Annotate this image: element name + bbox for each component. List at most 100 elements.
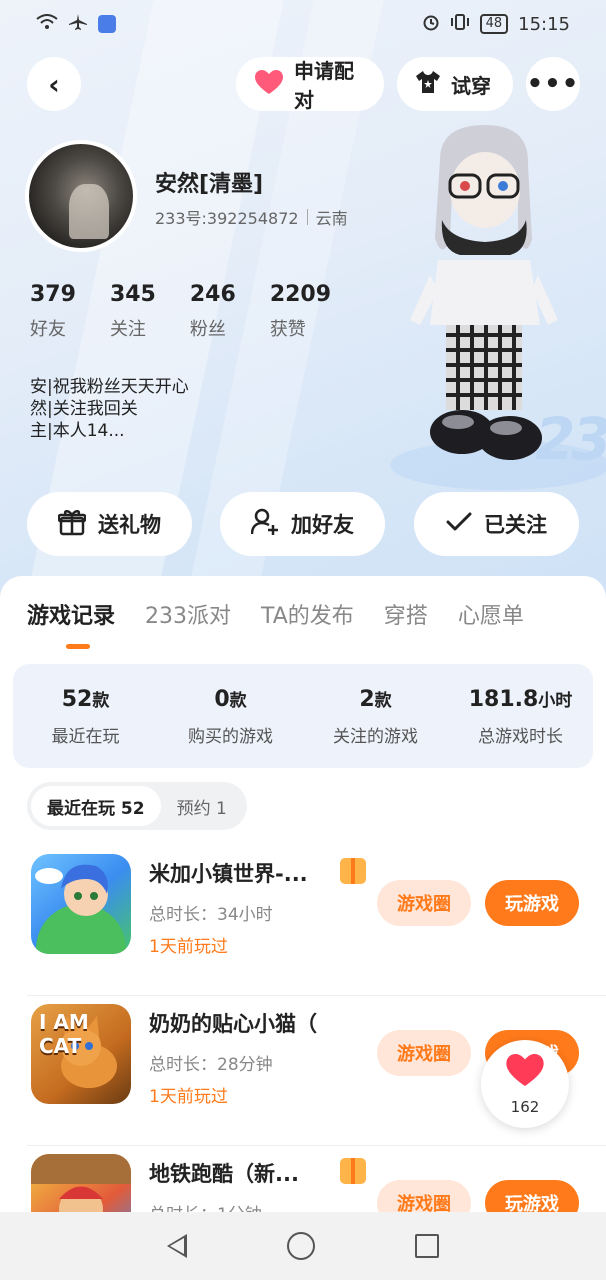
stat-likes[interactable]: 2209 获赞 [270, 282, 331, 341]
avatar-character-figure[interactable] [410, 120, 560, 470]
summary-value: 2 [359, 686, 375, 712]
active-tab-indicator [66, 644, 90, 649]
stat-value: 246 [189, 282, 236, 307]
followed-label: 已关注 [484, 513, 547, 537]
alarm-icon [422, 13, 440, 36]
summary-followed[interactable]: 2款 关注的游戏 [303, 664, 448, 768]
try-on-label: 试穿 [451, 73, 491, 98]
clock-time: 15:15 [518, 13, 570, 35]
game-last-played: 1天前玩过 [149, 937, 228, 957]
summary-unit: 款 [229, 690, 247, 711]
try-on-button[interactable]: 试穿 [397, 57, 513, 111]
summary-value: 0 [214, 686, 230, 712]
stat-following[interactable]: 345 关注 [110, 282, 156, 341]
summary-label: 关注的游戏 [333, 726, 418, 747]
game-icon[interactable]: I AM CAT [31, 1004, 131, 1104]
game-duration: 总时长：34小时 [149, 905, 273, 925]
back-button[interactable]: ‹ [27, 57, 81, 111]
summary-label: 最近在玩 [51, 726, 120, 747]
request-pair-label: 申请配对 [294, 59, 354, 112]
summary-value: 181.8 [468, 686, 539, 712]
tab-game-records[interactable]: 游戏记录 [27, 598, 115, 630]
play-game-button[interactable]: 玩游戏 [485, 1180, 579, 1216]
stat-value: 379 [30, 282, 76, 307]
profile-tabs: 游戏记录 233派对 TA的发布 穿搭 心愿单 [0, 598, 606, 630]
add-friend-label: 加好友 [291, 513, 354, 537]
game-circle-button[interactable]: 游戏圈 [377, 880, 471, 926]
system-navigation-bar [0, 1212, 606, 1280]
bio-line: 主|本人14... [30, 421, 125, 441]
send-gift-label: 送礼物 [98, 513, 161, 537]
game-circle-button[interactable]: 游戏圈 [377, 1030, 471, 1076]
send-gift-button[interactable]: 送礼物 [27, 492, 192, 556]
status-bar: 48 15:15 [0, 0, 606, 48]
more-dots-icon: ••• [526, 69, 580, 99]
summary-value: 52 [61, 686, 93, 712]
stat-value: 345 [109, 282, 156, 307]
stat-fans[interactable]: 246 粉丝 [190, 282, 236, 341]
play-game-button[interactable]: 玩游戏 [485, 880, 579, 926]
airplane-icon [68, 13, 88, 36]
summary-label: 购买的游戏 [188, 726, 273, 747]
nav-back-icon[interactable] [167, 1234, 187, 1258]
summary-unit: 款 [92, 690, 110, 711]
game-circle-button[interactable]: 游戏圈 [377, 1180, 471, 1216]
game-icon-text: I AM CAT [39, 1010, 89, 1058]
request-pair-button[interactable]: 申请配对 [236, 57, 384, 112]
add-user-icon [250, 508, 279, 541]
summary-recent[interactable]: 52款 最近在玩 [13, 664, 158, 768]
game-icon[interactable] [31, 854, 131, 954]
gift-badge-icon [340, 858, 366, 884]
tab-233-party[interactable]: 233派对 [145, 598, 231, 630]
bio-line: 安|祝我粉丝天天开心 [30, 377, 189, 397]
game-title: 奶奶的贴心小猫（... [149, 1012, 319, 1036]
stat-friends[interactable]: 379 好友 [30, 282, 76, 341]
tab-wishlist[interactable]: 心愿单 [458, 598, 524, 630]
game-list: 米加小镇世界-... 总时长：34小时 1天前玩过 游戏圈 玩游戏 I AM C… [0, 846, 606, 1216]
add-friend-button[interactable]: 加好友 [220, 492, 385, 556]
game-row[interactable]: 地铁跑酷（新... 总时长：1分钟 游戏圈 玩游戏 [27, 1146, 606, 1216]
stat-label: 好友 [30, 319, 66, 340]
checkmark-icon [446, 511, 472, 538]
nav-home-icon[interactable] [287, 1232, 315, 1260]
battery-indicator: 48 [479, 14, 509, 34]
stat-label: 粉丝 [189, 319, 226, 340]
summary-playtime[interactable]: 181.8小时 总游戏时长 [448, 664, 593, 768]
user-avatar[interactable] [25, 140, 137, 252]
gift-badge-icon [340, 1158, 366, 1184]
game-icon[interactable] [31, 1154, 131, 1216]
summary-unit: 小时 [538, 690, 573, 711]
game-row[interactable]: 米加小镇世界-... 总时长：34小时 1天前玩过 游戏圈 玩游戏 [27, 846, 606, 996]
more-options-button[interactable]: ••• [526, 57, 580, 111]
stat-label: 关注 [109, 319, 146, 340]
summary-label: 总游戏时长 [478, 726, 563, 747]
subtab-reserved[interactable]: 预约 1 [161, 786, 243, 826]
summary-purchased[interactable]: 0款 购买的游戏 [158, 664, 303, 768]
subtab-recent[interactable]: 最近在玩 52 [31, 786, 161, 826]
game-title: 地铁跑酷（新... [149, 1162, 299, 1186]
heart-icon [254, 69, 284, 100]
followed-button[interactable]: 已关注 [414, 492, 579, 556]
user-id: 233号:392254872 [155, 209, 299, 228]
security-shield-icon [98, 15, 116, 33]
user-location: 云南 [315, 209, 348, 228]
game-summary: 52款 最近在玩 0款 购买的游戏 2款 关注的游戏 181.8小时 总游戏时长 [13, 664, 593, 768]
divider [306, 209, 308, 225]
stat-label: 获赞 [269, 319, 306, 340]
profile-stats: 379 好友 345 关注 246 粉丝 2209 获赞 [30, 282, 365, 341]
like-floating-button[interactable]: 162 [481, 1040, 569, 1128]
game-duration: 总时长：28分钟 [149, 1055, 273, 1075]
tab-posts[interactable]: TA的发布 [261, 598, 354, 630]
user-name: 安然[清墨] [155, 172, 264, 197]
tshirt-icon [415, 70, 441, 99]
nav-recents-icon[interactable] [415, 1234, 439, 1258]
game-subtabs: 最近在玩 52 预约 1 [27, 782, 247, 830]
wifi-icon [36, 13, 58, 35]
user-bio: 安|祝我粉丝天天开心 然|关注我回关 主|本人14... [30, 376, 189, 442]
game-title: 米加小镇世界-... [149, 862, 308, 886]
gift-icon [57, 508, 87, 541]
chevron-left-icon: ‹ [48, 67, 60, 101]
summary-unit: 款 [374, 690, 392, 711]
like-count: 162 [510, 1098, 540, 1116]
tab-outfits[interactable]: 穿搭 [384, 598, 428, 630]
